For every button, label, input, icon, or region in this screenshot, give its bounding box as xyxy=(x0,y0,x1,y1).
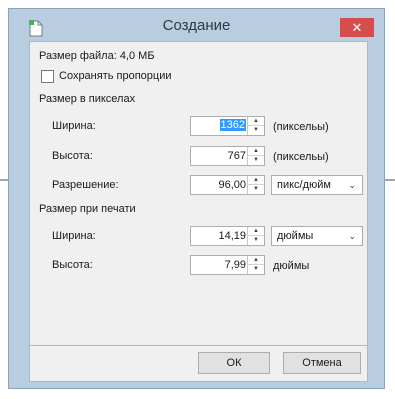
print-height-unit: дюймы xyxy=(273,260,310,272)
print-width-value[interactable]: 14,19 xyxy=(218,230,246,242)
chevron-down-icon: ⌄ xyxy=(348,231,356,241)
spin-down-icon[interactable]: ▼ xyxy=(248,265,264,274)
spinner-arrows[interactable]: ▲ ▼ xyxy=(247,256,264,274)
resolution-unit-dropdown[interactable]: пикс/дюйм ⌄ xyxy=(271,175,363,195)
cancel-button[interactable]: Отмена xyxy=(283,352,361,374)
resolution-label: Разрешение: xyxy=(52,179,119,191)
spin-up-icon[interactable]: ▲ xyxy=(248,117,264,126)
spin-up-icon[interactable]: ▲ xyxy=(248,256,264,265)
spin-down-icon[interactable]: ▼ xyxy=(248,156,264,165)
button-bar: ОК Отмена xyxy=(29,346,368,382)
background-line xyxy=(0,179,8,181)
close-icon: ✕ xyxy=(351,20,363,35)
spin-down-icon[interactable]: ▼ xyxy=(248,236,264,245)
pixel-width-value[interactable]: 1362 xyxy=(219,119,246,131)
print-width-unit-value: дюймы xyxy=(277,230,314,242)
keep-proportions-label[interactable]: Сохранять пропорции xyxy=(59,70,172,82)
dialog-content: Размер файла: 4,0 МБ Сохранять пропорции… xyxy=(29,41,368,346)
print-height-label: Высота: xyxy=(52,259,93,271)
file-size-label: Размер файла: 4,0 МБ xyxy=(39,50,155,62)
pixel-height-label: Высота: xyxy=(52,150,93,162)
ok-button[interactable]: ОК xyxy=(198,352,270,374)
pixel-height-unit: (пиксельы) xyxy=(273,151,329,163)
close-button[interactable]: ✕ xyxy=(340,18,374,37)
pixel-size-section-label: Размер в пикселах xyxy=(39,93,136,105)
spinner-arrows[interactable]: ▲ ▼ xyxy=(247,176,264,194)
resolution-spinner[interactable]: 96,00 ▲ ▼ xyxy=(190,175,265,195)
spin-up-icon[interactable]: ▲ xyxy=(248,176,264,185)
resolution-value[interactable]: 96,00 xyxy=(218,179,246,191)
print-size-section-label: Размер при печати xyxy=(39,203,136,215)
pixel-width-unit: (пиксельы) xyxy=(273,121,329,133)
spin-up-icon[interactable]: ▲ xyxy=(248,147,264,156)
chevron-down-icon: ⌄ xyxy=(348,180,356,190)
print-height-value[interactable]: 7,99 xyxy=(225,259,246,271)
pixel-height-spinner[interactable]: 767 ▲ ▼ xyxy=(190,146,265,166)
print-width-spinner[interactable]: 14,19 ▲ ▼ xyxy=(190,226,265,246)
pixel-height-value[interactable]: 767 xyxy=(228,150,246,162)
resolution-unit-value: пикс/дюйм xyxy=(277,179,331,191)
spin-up-icon[interactable]: ▲ xyxy=(248,227,264,236)
spinner-arrows[interactable]: ▲ ▼ xyxy=(247,227,264,245)
dialog-title: Создание xyxy=(162,17,231,34)
pixel-width-label: Ширина: xyxy=(52,120,96,132)
spinner-arrows[interactable]: ▲ ▼ xyxy=(247,147,264,165)
keep-proportions-checkbox[interactable] xyxy=(41,70,54,83)
print-unit-dropdown[interactable]: дюймы ⌄ xyxy=(271,226,363,246)
spin-down-icon[interactable]: ▼ xyxy=(248,126,264,135)
spinner-arrows[interactable]: ▲ ▼ xyxy=(247,117,264,135)
spin-down-icon[interactable]: ▼ xyxy=(248,185,264,194)
print-width-label: Ширина: xyxy=(52,230,96,242)
title-bar[interactable]: Создание ✕ xyxy=(9,9,384,41)
create-dialog: Создание ✕ Размер файла: 4,0 МБ Сохранят… xyxy=(8,8,385,389)
background-line xyxy=(385,179,395,181)
pixel-width-spinner[interactable]: 1362 ▲ ▼ xyxy=(190,116,265,136)
print-height-spinner[interactable]: 7,99 ▲ ▼ xyxy=(190,255,265,275)
